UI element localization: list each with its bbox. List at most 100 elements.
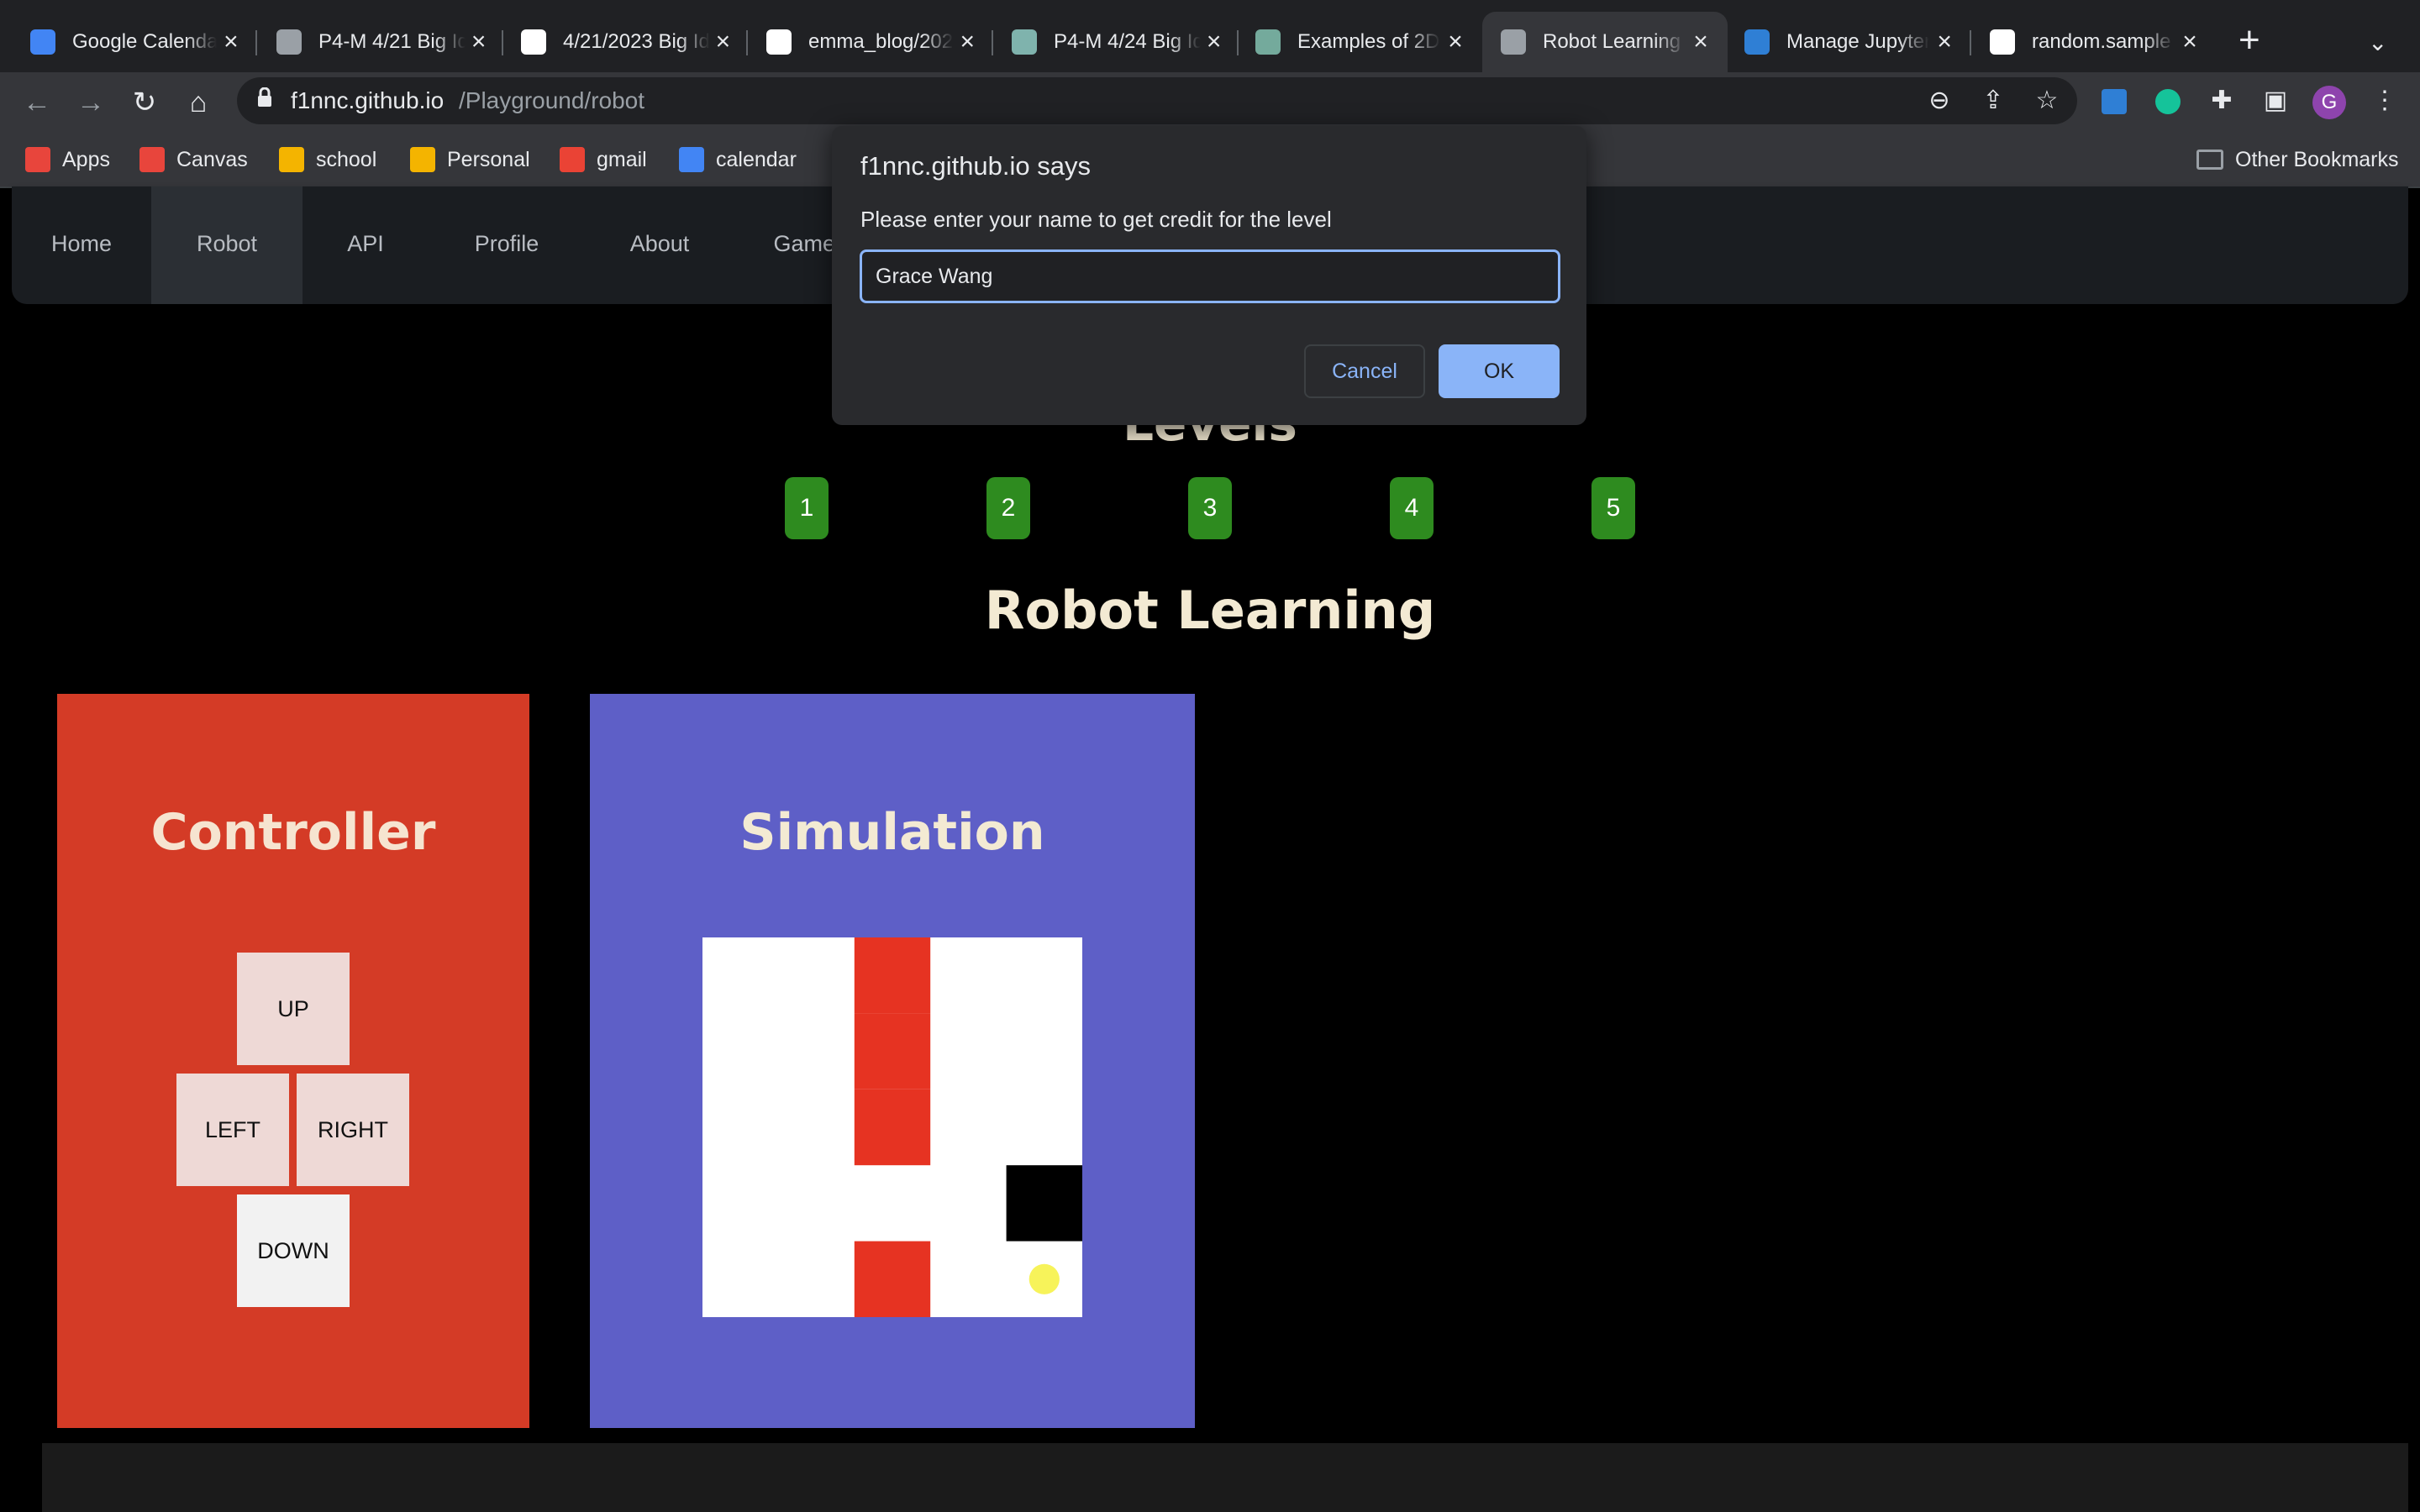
- up-button[interactable]: UP: [237, 953, 350, 1065]
- robot-marker: [1028, 1263, 1060, 1294]
- close-icon[interactable]: ×: [1929, 28, 1960, 56]
- nav-robot[interactable]: Robot: [151, 186, 302, 304]
- tab-5[interactable]: P4-M 4/24 Big Idea×: [993, 12, 1239, 72]
- zoom-icon[interactable]: ⊖: [1923, 84, 1956, 118]
- close-icon[interactable]: ×: [466, 28, 492, 56]
- close-icon[interactable]: ×: [217, 28, 245, 56]
- close-icon[interactable]: ×: [710, 28, 736, 56]
- trello-extension-icon[interactable]: [2097, 84, 2131, 118]
- goal-cell: [1006, 1165, 1082, 1242]
- tab-label: random.sample: [2032, 30, 2171, 53]
- tab-7[interactable]: Robot Learning ×: [1482, 12, 1728, 72]
- close-icon[interactable]: ×: [1686, 28, 1716, 56]
- vscode-icon: [1744, 29, 1770, 55]
- simulation-grid: [702, 937, 1082, 1317]
- bookmark-0[interactable]: Apps: [25, 144, 110, 175]
- tab-label: emma_blog/2023: [808, 30, 954, 53]
- bookmark-4[interactable]: gmail: [560, 144, 647, 175]
- bookmark-label: Personal: [447, 147, 530, 171]
- home-icon[interactable]: ⌂: [180, 84, 217, 121]
- close-icon[interactable]: ×: [1440, 28, 1470, 56]
- close-icon[interactable]: ×: [1201, 28, 1227, 56]
- bookmark-label: Apps: [62, 147, 110, 171]
- reload-icon[interactable]: ↻: [126, 84, 163, 121]
- simulation-heading: Simulation: [739, 803, 1045, 862]
- folder-icon: [2196, 150, 2223, 170]
- down-button[interactable]: DOWN: [237, 1194, 350, 1307]
- chatgpt-icon: [1255, 29, 1281, 55]
- google-icon: [1990, 29, 2015, 55]
- tab-2[interactable]: P4-M 4/21 Big Idea×: [258, 12, 503, 72]
- bookmark-label: calendar: [716, 147, 797, 171]
- bookmark-5[interactable]: calendar: [679, 144, 797, 175]
- github-icon: [766, 29, 792, 55]
- tab-3[interactable]: 4/21/2023 Big Idea×: [502, 12, 748, 72]
- wall-cell: [854, 1013, 931, 1089]
- bookmark-label: gmail: [597, 147, 647, 171]
- browser-menu-icon[interactable]: ⋮: [2368, 84, 2402, 118]
- bookmark-2[interactable]: school: [279, 144, 376, 175]
- tab-label: 4/21/2023 Big Idea: [563, 30, 710, 53]
- calendar-icon: [679, 147, 704, 172]
- ok-button[interactable]: OK: [1439, 344, 1560, 398]
- level-1-button[interactable]: 1: [785, 477, 829, 539]
- forward-arrow-icon[interactable]: →: [72, 84, 109, 121]
- apps-grid-icon: [25, 147, 50, 172]
- nav-about[interactable]: About: [585, 186, 734, 304]
- github-icon: [521, 29, 546, 55]
- side-panel-icon[interactable]: ▣: [2259, 84, 2292, 118]
- other-bookmarks-label: Other Bookmarks: [2235, 147, 2399, 171]
- level-2-button[interactable]: 2: [986, 477, 1030, 539]
- level-3-button[interactable]: 3: [1188, 477, 1232, 539]
- close-icon[interactable]: ×: [2175, 28, 2205, 56]
- back-arrow-icon[interactable]: ←: [18, 84, 55, 121]
- tab-9[interactable]: random.sample ×: [1971, 12, 2217, 72]
- left-button[interactable]: LEFT: [176, 1074, 289, 1186]
- tab-separator: [255, 30, 257, 55]
- level-5-button[interactable]: 5: [1591, 477, 1635, 539]
- nav-profile[interactable]: Profile: [429, 186, 585, 304]
- bookmark-star-icon[interactable]: ☆: [2030, 84, 2064, 118]
- tab-label: Manage Jupyter: [1786, 30, 1930, 53]
- extensions-puzzle-icon[interactable]: ✚: [2205, 84, 2238, 118]
- bookmark-label: Canvas: [176, 147, 248, 171]
- nav-api[interactable]: API: [302, 186, 429, 304]
- close-icon[interactable]: ×: [954, 28, 981, 56]
- other-bookmarks[interactable]: Other Bookmarks: [2196, 144, 2399, 175]
- profile-avatar[interactable]: G: [2312, 84, 2346, 119]
- wall-cell: [854, 937, 931, 1014]
- grammarly-extension-icon[interactable]: [2151, 84, 2185, 118]
- share-icon[interactable]: ⇪: [1976, 84, 2010, 118]
- drive-icon: [279, 147, 304, 172]
- bookmark-3[interactable]: Personal: [410, 144, 530, 175]
- drive-icon: [410, 147, 435, 172]
- profile-initial: G: [2312, 86, 2346, 119]
- tab-search-chevron-icon[interactable]: ⌄: [2368, 29, 2387, 56]
- tab-1[interactable]: Google Calendar ×: [12, 12, 257, 72]
- tab-4[interactable]: emma_blog/2023 ×: [748, 12, 993, 72]
- cancel-button[interactable]: Cancel: [1304, 344, 1425, 398]
- wall-cell: [854, 1241, 931, 1317]
- gmail-icon: [560, 147, 585, 172]
- nav-home[interactable]: Home: [12, 186, 151, 304]
- url-path: /Playground/robot: [459, 87, 645, 113]
- tab-label: P4-M 4/21 Big Idea: [318, 30, 466, 53]
- tab-label: Google Calendar: [72, 30, 217, 53]
- bookmark-label: school: [316, 147, 377, 171]
- tab-label: Robot Learning: [1543, 30, 1681, 53]
- lock-icon[interactable]: [257, 87, 272, 108]
- url-host: f1nnc.github.io: [291, 87, 445, 113]
- calendar-icon: [30, 29, 55, 55]
- tab-label: Examples of 2D: [1297, 30, 1440, 53]
- bookmark-1[interactable]: Canvas: [139, 144, 248, 175]
- tab-6[interactable]: Examples of 2D ×: [1237, 12, 1482, 72]
- blog-icon: [1012, 29, 1037, 55]
- dialog-message: Please enter your name to get credit for…: [860, 207, 1332, 232]
- new-tab-button[interactable]: +: [2238, 22, 2260, 59]
- tab-8[interactable]: Manage Jupyter ×: [1726, 12, 1971, 72]
- level-4-button[interactable]: 4: [1390, 477, 1434, 539]
- right-button[interactable]: RIGHT: [297, 1074, 409, 1186]
- globe-icon: [1501, 29, 1526, 55]
- name-input[interactable]: [860, 249, 1560, 303]
- page-title: Robot Learning: [984, 580, 1436, 641]
